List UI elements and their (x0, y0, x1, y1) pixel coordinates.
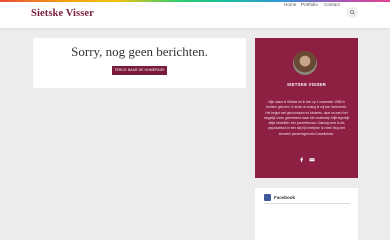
profile-bio: Mijn naam is Sietske en ik ben op 1 nove… (263, 100, 350, 136)
nav-item-contact[interactable]: Contact (324, 2, 340, 7)
avatar (293, 51, 317, 75)
empty-posts-card: Sorry, nog geen berichten. TERUG NAAR DE… (33, 38, 246, 88)
profile-widget: SIETSKE VISSER Mijn naam is Sietske en i… (255, 38, 358, 178)
search-button[interactable] (347, 7, 358, 18)
page-title: Sorry, nog geen berichten. (71, 44, 208, 59)
nav-item-portfolio[interactable]: Portfolio (301, 2, 318, 7)
nav-item-home[interactable]: Home (284, 2, 296, 7)
back-to-homepage-button[interactable]: TERUG NAAR DE HOMEPAGE (112, 66, 167, 75)
facebook-widget-title: Facebook (274, 195, 296, 200)
search-icon (350, 10, 355, 15)
divider (264, 203, 350, 204)
site-logo[interactable]: Sietske Visser (31, 8, 94, 19)
facebook-icon (264, 194, 271, 207)
profile-name: SIETSKE VISSER (287, 82, 326, 87)
site-header: Sietske Visser Home Portfolio Contact (0, 2, 390, 28)
facebook-widget: Facebook (255, 188, 358, 240)
facebook-icon[interactable] (299, 157, 304, 162)
mail-icon[interactable] (309, 157, 315, 162)
